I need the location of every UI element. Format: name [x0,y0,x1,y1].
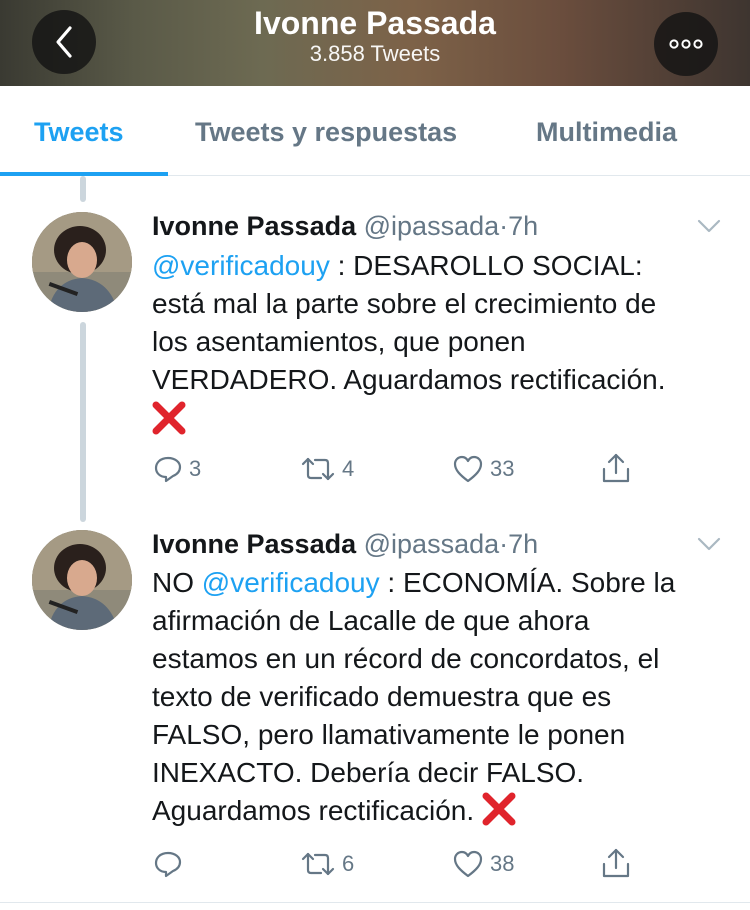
tweet-text-line: FALSO, pero llamativamente le ponen [152,719,626,750]
author-name[interactable]: Ivonne Passada [152,529,356,559]
tab-multimedia[interactable]: Multimedia [536,116,677,148]
tweet-time[interactable]: 7h [508,529,538,559]
tab-tweets[interactable]: Tweets [34,116,124,148]
reply-icon [154,851,182,878]
share-icon [602,453,630,483]
more-button[interactable] [654,12,718,76]
header-title: Ivonne Passada [254,5,496,41]
tweet-text-line: los asentamientos, que ponen [152,326,526,357]
chevron-down-icon[interactable] [696,536,722,552]
cross-mark-icon [152,401,186,435]
retweet-button[interactable]: 6 [300,850,354,878]
tab-tweets-y-respuestas[interactable]: Tweets y respuestas [195,116,457,148]
share-icon [602,848,630,878]
tweet-text-line: VERDADERO. Aguardamos rectificación. [152,364,666,395]
tweet-text-line: INEXACTO. Debería decir FALSO. [152,757,585,788]
author-handle[interactable]: @ipassada [364,529,500,559]
tweet-time[interactable]: 7h [508,211,538,241]
reply-button[interactable] [153,850,189,878]
retweet-button[interactable]: 4 [300,455,354,483]
avatar[interactable] [32,212,132,312]
retweet-icon [301,852,335,876]
cross-mark-icon [482,792,516,826]
reply-count: 3 [189,456,202,481]
author-handle[interactable]: @ipassada [364,211,500,241]
thread-line-top [80,176,86,202]
separator-dot: · [499,529,509,559]
tweet-text-line: Aguardamos rectificación. [152,795,482,826]
tweet-text-line: afirmación de Lacalle de que ahora [152,605,590,636]
tweet-count: 3.858 Tweets [309,41,441,66]
separator-dot: · [499,211,509,241]
tweet-text-line: texto de verificado demuestra que es [152,681,612,712]
timeline-divider [0,902,750,903]
tweet-text: NO @verificadouy : ECONOMÍA. Sobre la af… [152,564,742,830]
like-icon [453,850,483,878]
like-button[interactable]: 33 [452,455,514,483]
share-button[interactable] [601,452,631,484]
tweet-text-line: está mal la parte sobre el crecimiento d… [152,288,657,319]
profile-tabs: Tweets Tweets y respuestas Multimedia [0,86,750,176]
share-button[interactable] [601,847,631,879]
profile-header: Ivonne Passada 3.858 Tweets [0,0,750,86]
tweet-text-prefix: NO [152,567,202,598]
like-button[interactable]: 38 [452,850,514,878]
avatar-photo [32,212,132,312]
like-icon [453,455,483,483]
retweet-icon [301,457,335,481]
avatar-photo [32,530,132,630]
reply-button[interactable]: 3 [153,455,201,483]
mention-link[interactable]: @verificadouy [202,567,380,598]
like-count: 38 [490,851,515,876]
retweet-count: 4 [342,456,355,481]
like-count: 33 [490,456,515,481]
mention-link[interactable]: @verificadouy [152,250,330,281]
reply-icon [154,456,182,483]
tweet-text: @verificadouy : DESAROLLO SOCIAL: está m… [152,247,742,439]
tweet-text-line: : DESAROLLO SOCIAL: [329,250,643,281]
tweet-text-line: estamos en un récord de concordatos, el [152,643,660,674]
more-dots-icon [669,39,703,49]
retweet-count: 6 [342,851,355,876]
author-name[interactable]: Ivonne Passada [152,211,356,241]
tweet-text-line: : ECONOMÍA. Sobre la [379,567,676,598]
avatar[interactable] [32,530,132,630]
thread-line-connector [80,322,86,522]
chevron-down-icon[interactable] [696,218,722,234]
